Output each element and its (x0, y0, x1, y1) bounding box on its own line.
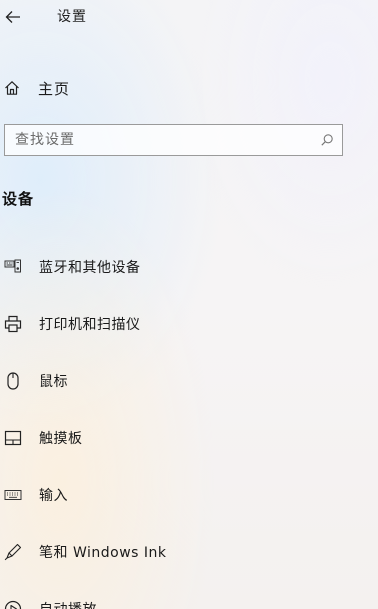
sidebar-item-pen[interactable]: 笔和 Windows Ink (0, 532, 378, 572)
sidebar-item-label: 输入 (39, 488, 68, 504)
sidebar-item-label: 自动播放 (39, 599, 97, 609)
printer-icon (0, 312, 26, 336)
bluetooth-devices-icon (0, 255, 26, 279)
sidebar-item-label: 蓝牙和其他设备 (39, 260, 141, 276)
home-nav-item[interactable]: 主页 (0, 72, 200, 104)
sidebar-item-typing[interactable]: 输入 (0, 475, 378, 515)
search-input[interactable] (5, 124, 312, 156)
home-icon (0, 80, 24, 96)
search-icon[interactable] (312, 133, 342, 147)
pen-icon (0, 540, 26, 564)
touchpad-icon (0, 426, 26, 450)
sidebar-item-label: 打印机和扫描仪 (39, 317, 141, 333)
sidebar-item-label: 笔和 Windows Ink (39, 545, 167, 561)
sidebar-item-printers[interactable]: 打印机和扫描仪 (0, 304, 378, 344)
mouse-icon (0, 369, 26, 393)
sidebar-item-autoplay[interactable]: 自动播放 (0, 589, 378, 609)
sidebar-item-label: 鼠标 (39, 374, 68, 390)
autoplay-icon (0, 597, 26, 609)
section-title: 设备 (2, 190, 35, 208)
sidebar-item-label: 触摸板 (39, 431, 83, 447)
sidebar-item-touchpad[interactable]: 触摸板 (0, 418, 378, 458)
back-button[interactable] (0, 4, 26, 30)
search-box[interactable] (4, 124, 343, 156)
back-arrow-icon (5, 10, 21, 24)
sidebar-item-mouse[interactable]: 鼠标 (0, 361, 378, 401)
keyboard-icon (0, 483, 26, 507)
home-label: 主页 (38, 79, 71, 98)
sidebar-item-bluetooth[interactable]: 蓝牙和其他设备 (0, 247, 378, 287)
page-title: 设置 (57, 9, 87, 25)
